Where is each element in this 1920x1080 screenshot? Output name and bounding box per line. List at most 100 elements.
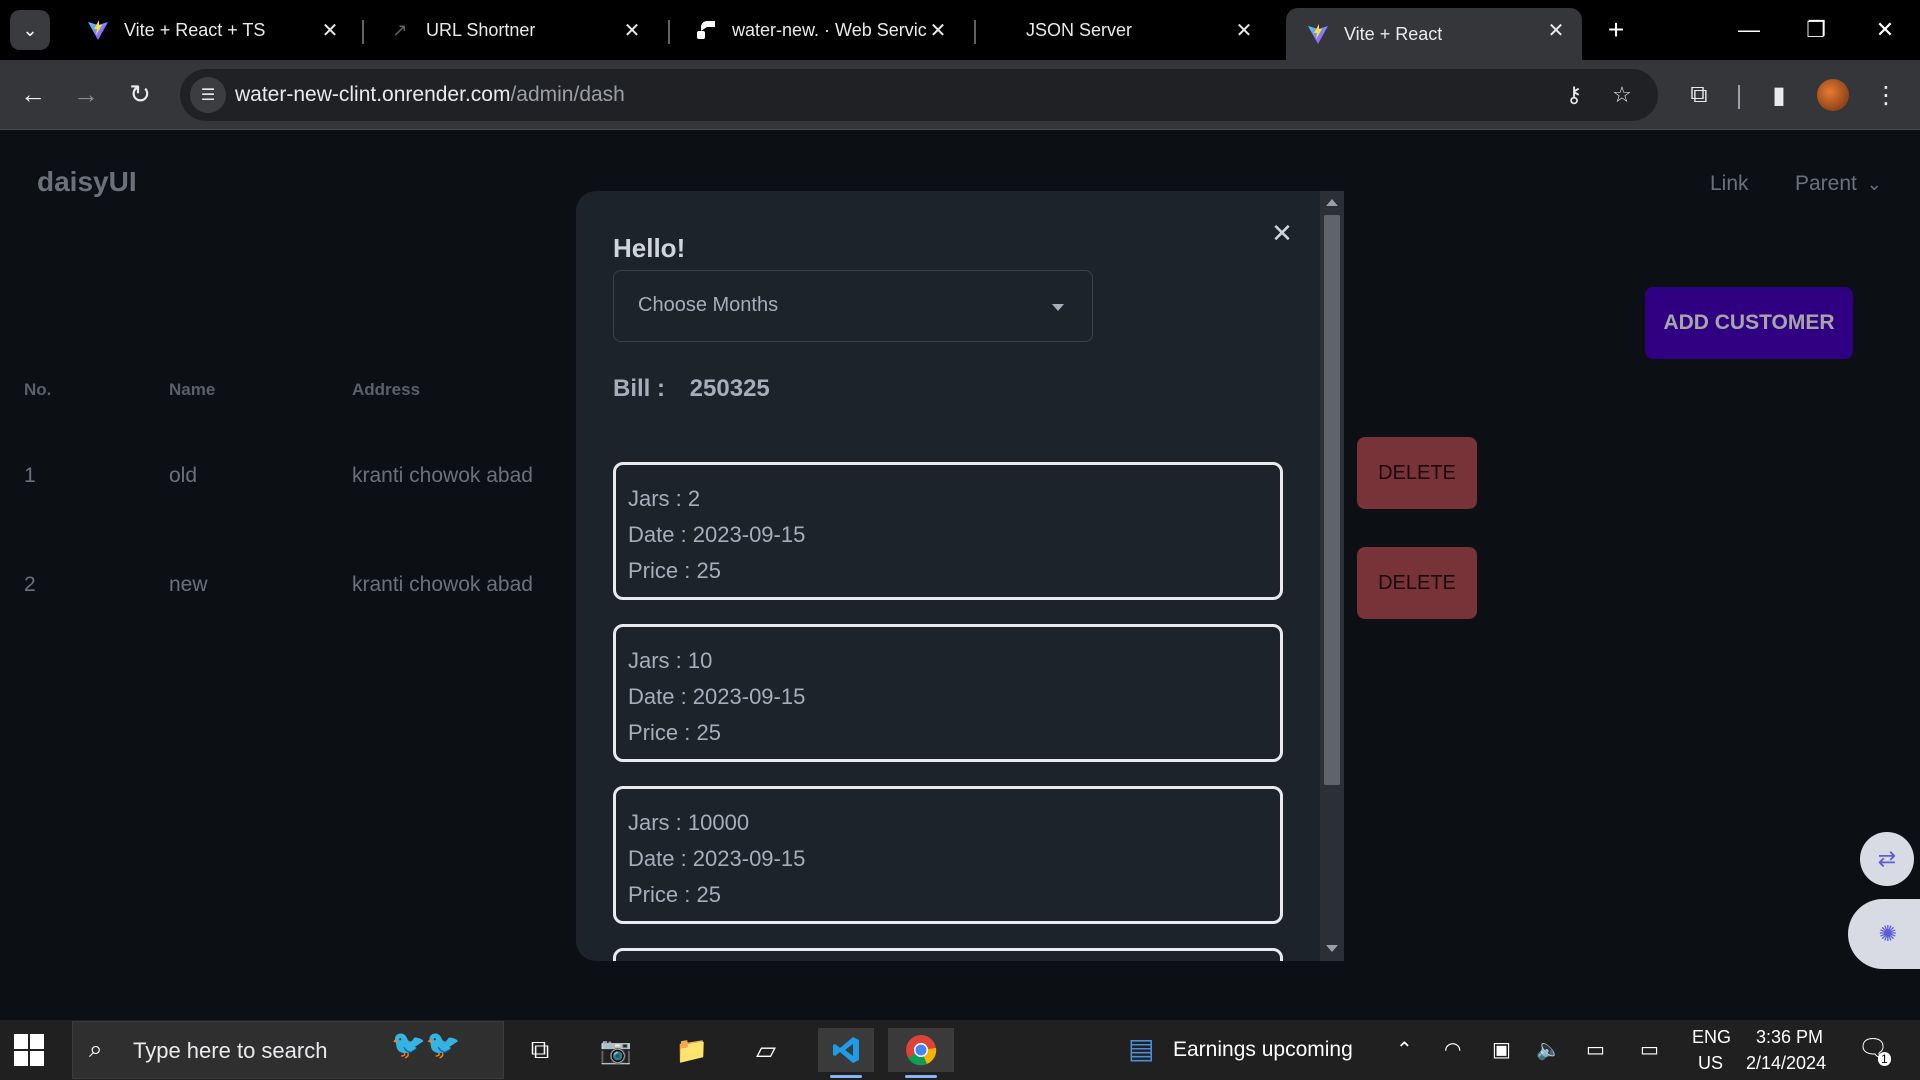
translate-icon[interactable]: ⇄ <box>1860 832 1914 886</box>
entry-card: Jars : 2 Date : 2023-09-15 Price : 25 <box>613 462 1283 600</box>
entry-jars: Jars : 10000 <box>628 810 750 835</box>
tab-close-icon[interactable]: ✕ <box>1542 16 1570 44</box>
reload-icon[interactable]: ↻ <box>120 74 160 114</box>
side-panel-icon[interactable]: ▮ <box>1759 75 1799 115</box>
tab-close-icon[interactable]: ✕ <box>924 16 952 44</box>
vite-icon <box>86 18 110 42</box>
tab-search-chevron-icon[interactable]: ⌄ <box>10 10 50 50</box>
profile-avatar[interactable] <box>1817 79 1849 111</box>
tab-divider <box>974 20 976 44</box>
entry-jars: Jars : 10 <box>628 648 713 673</box>
restore-icon[interactable]: ❐ <box>1791 8 1841 52</box>
back-arrow-icon[interactable]: ← <box>13 74 53 114</box>
tab-title: water-new. · Web Servic <box>732 19 927 40</box>
tab-divider <box>668 20 670 44</box>
task-view-icon[interactable]: ⧉ <box>518 1028 562 1072</box>
clock-time[interactable]: 3:36 PM <box>1756 1027 1823 1048</box>
tab-close-icon[interactable]: ✕ <box>1230 16 1258 44</box>
notepad-app-icon[interactable]: ▱ <box>744 1028 788 1072</box>
tab-url-shortner[interactable]: ↗ URL Shortner ✕ <box>368 8 658 52</box>
address-bar[interactable]: ☰ water-new-clint.onrender.com/admin/das… <box>180 69 1658 121</box>
scroll-up-arrow-icon[interactable] <box>1326 199 1338 206</box>
entry-date: Date : 2023-09-15 <box>628 846 806 871</box>
language-region[interactable]: US <box>1698 1053 1723 1074</box>
entry-card: Jars : 10 Date : 2023-09-15 Price : 25 <box>613 624 1283 762</box>
display-icon[interactable]: ▭ <box>1640 1037 1659 1062</box>
tab-title: URL Shortner <box>426 19 536 40</box>
bookmark-star-icon[interactable]: ☆ <box>1606 79 1638 111</box>
browser-toolbar: ← → ↻ ☰ water-new-clint.onrender.com/adm… <box>0 60 1920 130</box>
windows-start-icon[interactable] <box>14 1034 46 1066</box>
url-path: /admin/dash <box>510 83 625 106</box>
caret-down-icon <box>1052 304 1064 311</box>
news-widget-icon[interactable]: ▤ <box>1128 1032 1154 1065</box>
extensions-puzzle-icon[interactable]: ⧉ <box>1679 75 1719 115</box>
menu-kebab-icon[interactable]: ⋮ <box>1866 75 1906 115</box>
new-tab-plus-icon[interactable]: + <box>1598 12 1634 48</box>
wifi-icon[interactable]: ◠ <box>1444 1037 1461 1062</box>
tab-water-new-web-service[interactable]: water-new. · Web Servic ✕ <box>674 8 964 52</box>
modal-title: Hello! <box>613 233 686 263</box>
tab-title: Vite + React <box>1344 23 1443 44</box>
tab-divider <box>362 20 364 44</box>
bill-amount: 250325 <box>689 375 770 402</box>
entry-jars: Jars : 2 <box>628 486 701 511</box>
entries-list[interactable]: Jars : 2 Date : 2023-09-15 Price : 25 Ja… <box>613 462 1283 961</box>
camera-app-icon[interactable]: 📷 <box>594 1028 638 1072</box>
url-text[interactable]: water-new-clint.onrender.com/admin/dash <box>235 83 625 107</box>
scrollbar-thumb[interactable] <box>1324 215 1340 785</box>
search-highlight-birds-icon: 🐦🐦 <box>391 1029 461 1060</box>
modal-scrollbar[interactable] <box>1320 191 1344 961</box>
entry-price: Price : 25 <box>628 882 721 907</box>
notification-count-badge: 1 <box>1878 1052 1891 1066</box>
tab-json-server[interactable]: JSON Server ✕ <box>980 8 1270 52</box>
entry-date: Date : 2023-09-15 <box>628 684 806 709</box>
bill-summary: Bill : 250325 <box>613 375 770 403</box>
meet-now-icon[interactable]: ▣ <box>1492 1037 1511 1062</box>
month-select[interactable]: Choose Months <box>613 270 1093 342</box>
scroll-down-arrow-icon[interactable] <box>1326 945 1338 952</box>
tab-title: JSON Server <box>1026 19 1133 40</box>
tab-close-icon[interactable]: ✕ <box>618 16 646 44</box>
close-window-icon[interactable]: ✕ <box>1860 8 1910 52</box>
search-placeholder: Type here to search <box>133 1038 328 1063</box>
tab-close-icon[interactable]: ✕ <box>316 16 344 44</box>
site-info-tune-icon[interactable]: ☰ <box>190 77 226 113</box>
chevron-up-icon[interactable]: ⌃ <box>1396 1037 1413 1062</box>
vscode-icon[interactable] <box>818 1028 874 1078</box>
month-select-value: Choose Months <box>638 294 779 316</box>
tab-vite-react[interactable]: Vite + React ✕ <box>1286 8 1582 60</box>
entry-date: Date : 2023-09-15 <box>628 522 806 547</box>
render-icon <box>694 18 718 42</box>
browser-tab-strip: ⌄ Vite + React + TS ✕ ↗ URL Shortner ✕ w… <box>0 0 1920 60</box>
bill-label: Bill : <box>613 375 665 402</box>
search-icon: ⌕ <box>89 1036 103 1063</box>
toolbar-divider <box>1738 85 1740 109</box>
brain-extension-icon[interactable]: ✺ <box>1848 899 1920 969</box>
vite-icon <box>1306 22 1330 46</box>
entry-price: Price : 25 <box>628 558 721 583</box>
battery-icon[interactable]: ▭ <box>1586 1037 1605 1062</box>
volume-icon[interactable]: 🔈 <box>1536 1037 1561 1062</box>
clock-date[interactable]: 2/14/2024 <box>1746 1053 1826 1074</box>
close-icon[interactable]: ✕ <box>1264 215 1300 251</box>
active-indicator <box>905 1075 937 1078</box>
url-host: water-new-clint.onrender.com <box>235 83 511 106</box>
password-key-icon[interactable]: ⚷ <box>1558 79 1590 111</box>
language-code[interactable]: ENG <box>1692 1027 1731 1048</box>
tab-vite-react-ts[interactable]: Vite + React + TS ✕ <box>66 8 356 52</box>
page-content: daisyUI Link Parent ⌄ ADD CUSTOMER No. N… <box>0 130 1920 1020</box>
active-indicator <box>830 1075 862 1078</box>
forward-arrow-icon[interactable]: → <box>66 74 106 114</box>
tab-title: Vite + React + TS <box>124 19 266 40</box>
taskbar-search[interactable]: ⌕ Type here to search 🐦🐦 <box>72 1021 504 1079</box>
windows-taskbar: ⌕ Type here to search 🐦🐦 ⧉ 📷 📁 ▱ ▤ Earni… <box>0 1020 1920 1080</box>
news-widget-text[interactable]: Earnings upcoming <box>1173 1038 1353 1062</box>
entry-card-partial <box>613 948 1283 961</box>
entry-price: Price : 25 <box>628 720 721 745</box>
entry-card: Jars : 10000 Date : 2023-09-15 Price : 2… <box>613 786 1283 924</box>
file-explorer-icon[interactable]: 📁 <box>670 1028 714 1072</box>
chrome-icon[interactable] <box>888 1028 954 1078</box>
minimize-icon[interactable]: — <box>1724 8 1774 52</box>
bill-modal: Hello! ✕ Choose Months Bill : 250325 Jar… <box>576 191 1344 961</box>
